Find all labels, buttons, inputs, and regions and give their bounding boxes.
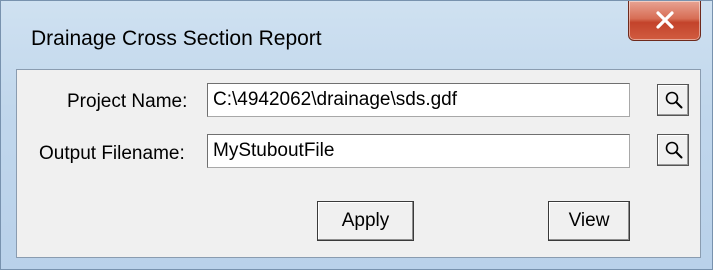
dialog-window: Drainage Cross Section Report Project Na…: [0, 0, 713, 270]
title-bar[interactable]: Drainage Cross Section Report: [1, 1, 712, 69]
close-button[interactable]: [628, 1, 701, 41]
project-name-field[interactable]: [207, 83, 630, 117]
close-icon: [656, 11, 674, 29]
output-filename-field[interactable]: [207, 134, 630, 168]
apply-button[interactable]: Apply: [317, 201, 414, 241]
magnifier-icon: [665, 141, 683, 159]
project-name-label: Project Name:: [67, 91, 188, 112]
magnifier-icon: [665, 91, 683, 109]
dialog-client-area: Project Name: Output Filename: Apply Vie…: [16, 69, 701, 258]
output-filename-browse-button[interactable]: [657, 134, 689, 166]
project-name-browse-button[interactable]: [657, 84, 689, 116]
window-title: Drainage Cross Section Report: [31, 27, 322, 50]
view-button[interactable]: View: [548, 201, 630, 241]
output-filename-label: Output Filename:: [39, 143, 185, 164]
